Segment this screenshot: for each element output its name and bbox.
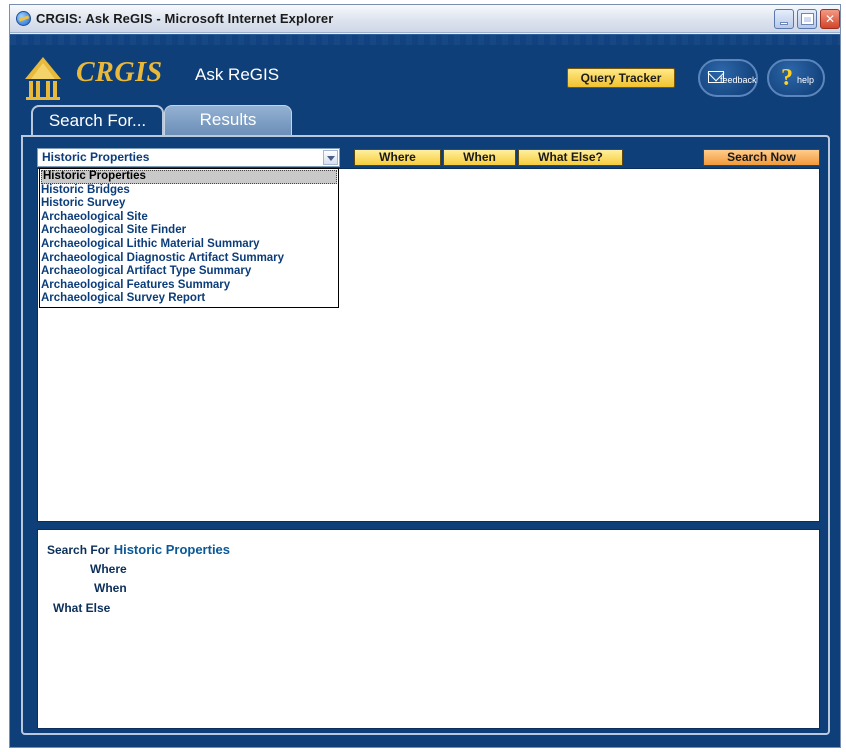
close-button[interactable]: ✕ (820, 9, 840, 29)
tab-results[interactable]: Results (164, 105, 292, 135)
feedback-label: feedback (720, 75, 757, 85)
dropdown-option[interactable]: Historic Properties (41, 170, 337, 184)
dropdown-option[interactable]: Historic Survey (40, 197, 338, 211)
crgis-logo-text: CRGIS (76, 57, 163, 88)
summary-search-for-label: Search For (47, 543, 110, 557)
dropdown-option[interactable]: Archaeological Features Summary (40, 279, 338, 293)
dropdown-option[interactable]: Archaeological Artifact Type Summary (40, 265, 338, 279)
app-area: CRGIS Ask ReGIS Query Tracker feedback ?… (10, 34, 840, 747)
summary-when-label: When (94, 581, 127, 595)
close-icon: ✕ (824, 12, 836, 26)
help-icon: ? (781, 65, 793, 91)
summary-search-for-value: Historic Properties (113, 542, 231, 557)
app-name: Ask ReGIS (195, 65, 280, 84)
summary-where-label: Where (90, 562, 127, 576)
dropdown-option[interactable]: Archaeological Diagnostic Artifact Summa… (40, 252, 338, 266)
minimize-button[interactable] (774, 9, 794, 29)
query-tracker-button[interactable]: Query Tracker (567, 68, 675, 88)
summary-search-for-row: Search For Historic Properties (47, 542, 230, 557)
dropdown-option[interactable]: Archaeological Lithic Material Summary (40, 238, 338, 252)
title-bar: CRGIS: Ask ReGIS - Microsoft Internet Ex… (10, 5, 840, 33)
search-now-button[interactable]: Search Now (703, 149, 820, 166)
summary-what-else-label: What Else (53, 601, 111, 615)
browser-window: CRGIS: Ask ReGIS - Microsoft Internet Ex… (9, 4, 841, 748)
help-label: help (797, 75, 815, 85)
dropdown-arrow-icon[interactable] (323, 150, 338, 165)
ie-icon (16, 11, 31, 26)
maximize-icon (801, 13, 814, 25)
dropdown-option[interactable]: Archaeological Site (40, 211, 338, 225)
maximize-button[interactable] (797, 9, 817, 29)
search-type-select[interactable]: Historic Properties (37, 148, 340, 167)
minimize-icon (780, 22, 788, 25)
what-else-button[interactable]: What Else? (518, 149, 623, 166)
crgis-logo-icon (25, 57, 61, 100)
query-summary-panel: Search For Historic Properties Where When… (37, 529, 820, 729)
dropdown-option[interactable]: Historic Bridges (40, 184, 338, 198)
search-type-value: Historic Properties (42, 150, 150, 164)
where-button[interactable]: Where (354, 149, 441, 166)
help-button[interactable]: ? help (767, 59, 825, 97)
dropdown-option[interactable]: Archaeological Site Finder (40, 224, 338, 238)
feedback-button[interactable]: feedback (698, 59, 758, 97)
search-type-dropdown-list: Historic Properties Historic Bridges His… (39, 168, 339, 308)
dropdown-option[interactable]: Archaeological Survey Report (40, 292, 338, 306)
window-title: CRGIS: Ask ReGIS - Microsoft Internet Ex… (36, 11, 334, 26)
tab-search-for[interactable]: Search For... (31, 105, 164, 135)
when-button[interactable]: When (443, 149, 516, 166)
